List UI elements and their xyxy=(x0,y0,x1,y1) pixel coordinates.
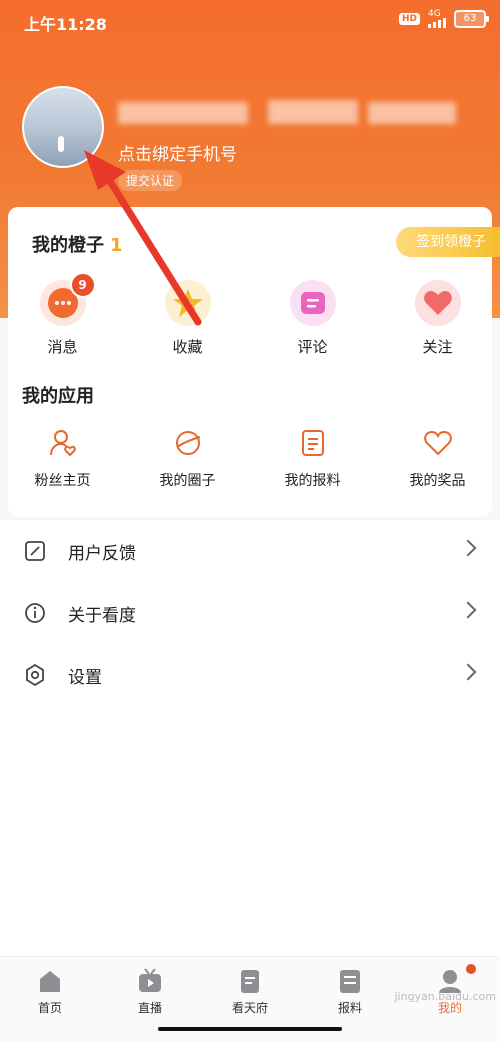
message-badge: 9 xyxy=(69,272,96,298)
app-my-prizes[interactable]: 我的奖品 xyxy=(375,428,500,490)
notification-dot xyxy=(466,964,476,974)
profile-name-redacted[interactable] xyxy=(118,100,458,126)
watermark: jingyan.baidu.com xyxy=(394,990,496,1003)
quick-action-label: 关注 xyxy=(422,338,453,356)
app-my-circle[interactable]: 我的圈子 xyxy=(125,428,250,490)
tv-icon xyxy=(139,968,161,992)
hd-icon: HD xyxy=(398,13,420,25)
tab-label: 报料 xyxy=(337,1001,362,1015)
content-blank-area xyxy=(0,706,500,956)
status-bar: 上午11:28 HD 4G 63 xyxy=(0,0,500,44)
my-apps-title: 我的应用 xyxy=(22,386,94,407)
checkin-button[interactable]: 签到领橙子 xyxy=(396,227,500,257)
menu-item-label: 关于看度 xyxy=(68,605,136,626)
report-icon xyxy=(340,970,360,993)
comment-icon xyxy=(289,280,336,326)
quick-action-label: 收藏 xyxy=(172,338,203,356)
info-icon xyxy=(25,603,45,623)
tab-home[interactable]: 首页 xyxy=(0,957,100,1042)
quick-action-label: 消息 xyxy=(47,338,78,356)
heart-outline-icon xyxy=(423,430,452,456)
status-icons: HD 4G 63 xyxy=(398,10,489,28)
tab-label: 直播 xyxy=(137,1001,162,1015)
settings-menu: 用户反馈 关于看度 设置 xyxy=(0,520,500,706)
app-fan-homepage[interactable]: 粉丝主页 xyxy=(0,428,125,490)
orange-card-title: 我的橙子 1 xyxy=(32,231,123,257)
quick-action-follows[interactable]: 关注 xyxy=(375,280,500,357)
home-indicator xyxy=(158,1027,342,1031)
chevron-right-icon xyxy=(459,601,477,619)
user-heart-icon xyxy=(49,430,76,457)
message-icon: 9 xyxy=(39,272,96,326)
app-label: 我的报料 xyxy=(284,473,341,489)
quick-action-comments[interactable]: 评论 xyxy=(250,280,375,357)
battery-icon: 63 xyxy=(454,10,489,28)
tab-label: 首页 xyxy=(37,1001,62,1015)
tab-label: 看天府 xyxy=(231,1001,268,1015)
news-icon xyxy=(241,970,259,993)
orange-card-title-text: 我的橙子 xyxy=(32,235,104,256)
orange-count: 1 xyxy=(110,235,123,256)
menu-item-label: 设置 xyxy=(68,667,102,688)
quick-action-label: 评论 xyxy=(297,338,328,356)
avatar[interactable] xyxy=(22,86,104,168)
avatar-figure xyxy=(58,136,64,152)
document-icon xyxy=(301,430,324,456)
app-label: 我的奖品 xyxy=(409,473,466,489)
bind-phone-link[interactable]: 点击绑定手机号 xyxy=(118,140,237,165)
chevron-right-icon xyxy=(459,663,477,681)
menu-item-settings[interactable]: 设置 xyxy=(0,644,500,706)
feedback-icon xyxy=(25,541,45,561)
signal-icon: 4G xyxy=(428,10,446,28)
home-icon xyxy=(40,971,60,992)
heart-icon xyxy=(414,280,461,326)
submit-certification-button[interactable]: 提交认证 xyxy=(118,170,183,191)
menu-item-feedback[interactable]: 用户反馈 xyxy=(0,520,500,582)
app-label: 粉丝主页 xyxy=(34,473,91,489)
app-my-reports[interactable]: 我的报料 xyxy=(250,428,375,490)
menu-item-about[interactable]: 关于看度 xyxy=(0,582,500,644)
app-label: 我的圈子 xyxy=(159,473,216,489)
network-label: 4G xyxy=(428,9,441,19)
planet-icon xyxy=(175,431,200,455)
chevron-right-icon xyxy=(459,539,477,557)
my-apps: 粉丝主页 我的圈子 我的报料 我的奖品 xyxy=(0,428,500,490)
star-icon xyxy=(164,280,211,326)
quick-actions: 9 消息 收藏 评论 关注 xyxy=(0,272,500,357)
quick-action-favorites[interactable]: 收藏 xyxy=(125,280,250,357)
status-time: 上午11:28 xyxy=(24,15,107,34)
quick-action-messages[interactable]: 9 消息 xyxy=(0,272,125,357)
settings-icon xyxy=(26,664,44,686)
menu-item-label: 用户反馈 xyxy=(68,543,136,564)
